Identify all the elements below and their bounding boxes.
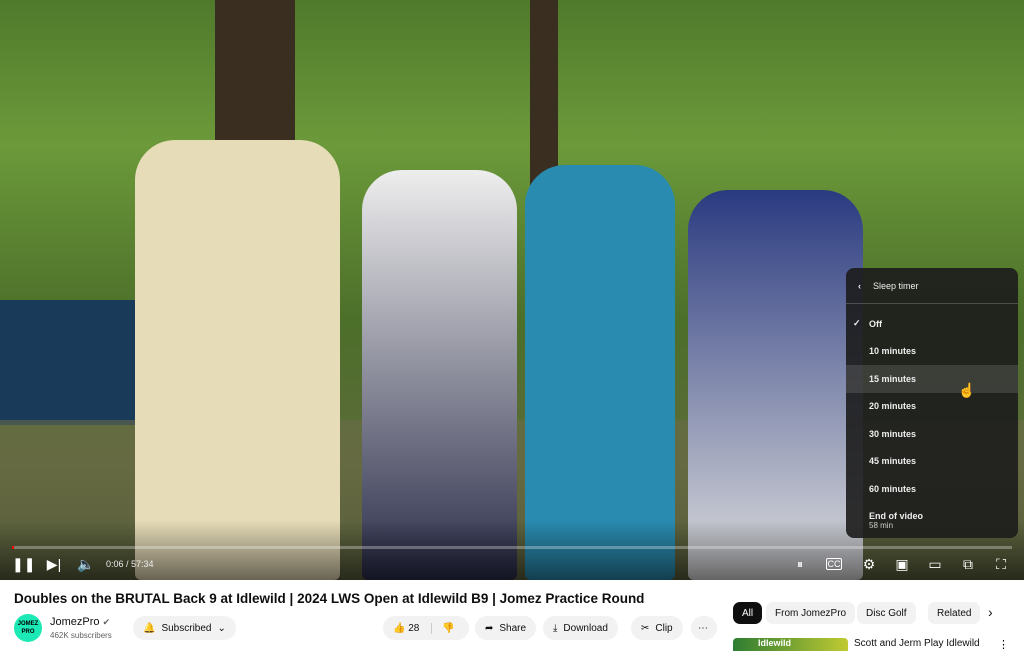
menu-item-label: Off [869,318,882,329]
captions-icon[interactable]: CC [826,558,842,570]
chevron-right-icon[interactable]: › [988,604,993,620]
clip-button[interactable]: ✂ Clip [631,616,683,640]
video-title: Doubles on the BRUTAL Back 9 at Idlewild… [14,591,645,606]
cursor-hand-icon: ☝ [958,382,976,398]
chip-from-jomezpro[interactable]: From JomezPro [766,602,856,624]
chip-related[interactable]: Related [928,602,981,624]
menu-item-end-of-video[interactable]: End of video 58 min [846,503,1018,539]
settings-gear-icon[interactable]: ⚙ [859,555,879,573]
menu-item-label: 10 minutes [869,346,917,357]
chevron-down-icon: ⌄ [217,622,226,634]
related-title[interactable]: Scott and Jerm Play Idlewild [854,638,980,649]
share-icon: ➦ [485,622,494,634]
next-icon[interactable]: ▶| [44,555,64,573]
menu-title: Sleep timer [873,280,919,291]
menu-item-label: 60 minutes [869,483,917,494]
menu-item-10-minutes[interactable]: 10 minutes [846,338,1018,366]
sleep-timer-menu: ‹ Sleep timer ✓ Off 10 minutes 15 minutes 20 … [846,268,1018,538]
menu-item-label: 15 minutes [869,373,917,384]
fullscreen-icon[interactable]: ⛶ [991,555,1011,573]
end-of-video-duration: 58 min [869,521,894,530]
verified-icon: ✔ [102,617,111,627]
chip-all[interactable]: All [733,602,763,624]
menu-item-45-minutes[interactable]: 45 minutes [846,448,1018,476]
time-display: 0:06 / 57:34 [106,559,154,569]
autoplay-toggle[interactable]: ⏸ [790,555,810,573]
subscriber-count: 462K subscribers [50,631,112,640]
more-actions-button[interactable]: ⋯ [691,616,717,640]
menu-item-off[interactable]: ✓ Off [846,310,1018,338]
subscribed-button[interactable]: 🔔 Subscribed ⌄ [133,616,236,640]
related-more-icon[interactable]: ⋮ [998,638,1009,651]
menu-item-60-minutes[interactable]: 60 minutes [846,475,1018,503]
progress-bar[interactable] [12,546,1012,549]
menu-item-label: 45 minutes [869,456,917,467]
cast-icon[interactable]: ⧉ [958,555,978,573]
menu-item-20-minutes[interactable]: 20 minutes [846,393,1018,421]
menu-item-30-minutes[interactable]: 30 minutes [846,420,1018,448]
back-button[interactable]: ‹ Sleep timer [846,268,1018,304]
share-button[interactable]: ➦ Share [475,616,537,640]
download-icon: ⤓ [553,622,558,634]
end-of-video-label: End of video [869,511,923,521]
chip-disc-golf[interactable]: Disc Golf [857,602,916,624]
scissors-icon: ✂ [641,622,650,634]
volume-icon[interactable]: 🔈 [76,555,96,573]
related-thumbnail[interactable]: Idlewild [733,638,848,651]
miniplayer-icon[interactable]: ▣ [892,555,912,573]
channel-avatar[interactable]: JOMEZ PRO [14,614,42,642]
dislike-button[interactable]: 👎 [431,622,455,634]
bell-icon: 🔔 [143,622,156,634]
menu-item-label: 20 minutes [869,401,917,412]
like-button[interactable]: 👍 28 [393,623,419,634]
chevron-left-icon: ‹ [858,280,861,291]
pause-icon[interactable]: ❚❚ [12,555,35,573]
download-button[interactable]: ⤓ Download [543,616,618,640]
menu-item-label: 30 minutes [869,428,917,439]
menu-item-15-minutes[interactable]: 15 minutes [846,365,1018,393]
channel-name[interactable]: JomezPro ✔ [50,616,110,628]
check-icon: ✓ [853,318,861,329]
like-dislike-group: 👍 28 👎 [383,616,469,640]
theater-mode-icon[interactable]: ▭ [925,555,945,573]
